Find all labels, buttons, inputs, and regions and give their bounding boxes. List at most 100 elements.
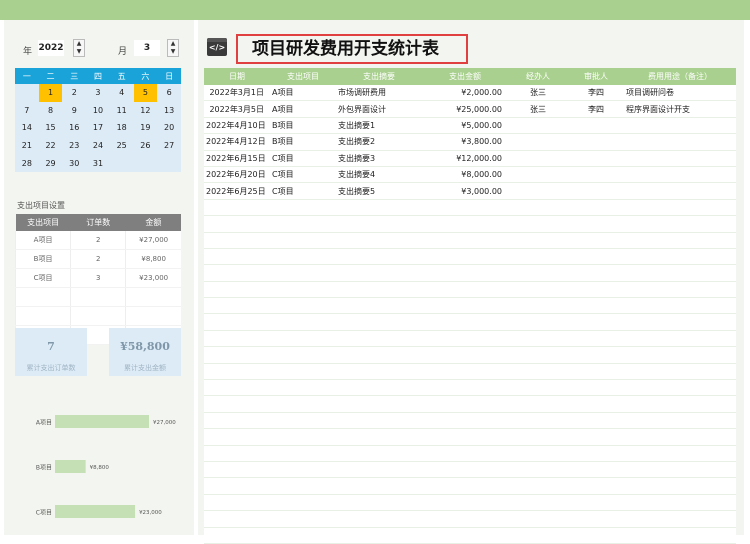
table-cell[interactable] bbox=[204, 527, 270, 544]
calendar-day[interactable]: 1 bbox=[38, 84, 63, 102]
table-cell[interactable] bbox=[624, 248, 736, 266]
table-cell[interactable] bbox=[422, 281, 508, 299]
table-cell[interactable]: 2022年6月25日 bbox=[204, 182, 270, 200]
table-cell[interactable] bbox=[270, 527, 336, 544]
table-cell[interactable] bbox=[508, 477, 568, 495]
calendar-day[interactable]: 29 bbox=[38, 154, 63, 172]
table-cell[interactable] bbox=[508, 379, 568, 397]
table-cell[interactable] bbox=[422, 428, 508, 446]
table-cell[interactable] bbox=[508, 330, 568, 348]
table-cell[interactable] bbox=[508, 510, 568, 528]
settings-cell[interactable]: 3 bbox=[70, 268, 126, 288]
table-cell[interactable] bbox=[336, 527, 422, 544]
table-cell[interactable] bbox=[568, 395, 624, 413]
table-cell[interactable] bbox=[270, 363, 336, 381]
table-cell[interactable] bbox=[624, 527, 736, 544]
month-spinner[interactable]: ▲ ▼ bbox=[167, 39, 179, 57]
table-cell[interactable]: 支出摘要3 bbox=[336, 150, 422, 167]
table-cell[interactable] bbox=[568, 281, 624, 299]
table-cell[interactable] bbox=[508, 248, 568, 266]
table-cell[interactable] bbox=[624, 379, 736, 397]
table-cell[interactable] bbox=[336, 412, 422, 430]
table-cell[interactable] bbox=[270, 330, 336, 348]
table-cell[interactable] bbox=[422, 363, 508, 381]
table-cell[interactable] bbox=[336, 461, 422, 479]
table-cell[interactable] bbox=[568, 313, 624, 331]
table-cell[interactable] bbox=[568, 150, 624, 167]
table-cell[interactable] bbox=[204, 461, 270, 479]
table-cell[interactable] bbox=[336, 494, 422, 512]
table-cell[interactable]: C项目 bbox=[270, 166, 336, 184]
table-cell[interactable] bbox=[624, 510, 736, 528]
settings-cell[interactable]: B项目 bbox=[14, 249, 71, 269]
table-cell[interactable] bbox=[508, 166, 568, 184]
table-cell[interactable] bbox=[270, 477, 336, 495]
table-cell[interactable] bbox=[270, 199, 336, 217]
table-cell[interactable] bbox=[568, 117, 624, 135]
table-cell[interactable] bbox=[204, 330, 270, 348]
table-cell[interactable]: 2022年3月5日 bbox=[204, 100, 270, 118]
table-cell[interactable] bbox=[336, 346, 422, 364]
table-cell[interactable]: C项目 bbox=[270, 150, 336, 167]
table-cell[interactable]: ¥3,000.00 bbox=[422, 182, 508, 200]
calendar-day[interactable]: 25 bbox=[109, 136, 134, 155]
calendar-day[interactable]: 5 bbox=[133, 84, 158, 102]
table-cell[interactable] bbox=[568, 297, 624, 315]
table-cell[interactable] bbox=[204, 313, 270, 331]
table-cell[interactable] bbox=[508, 281, 568, 299]
table-cell[interactable] bbox=[336, 248, 422, 266]
table-cell[interactable] bbox=[624, 281, 736, 299]
table-cell[interactable] bbox=[204, 395, 270, 413]
table-cell[interactable] bbox=[336, 477, 422, 495]
table-cell[interactable] bbox=[624, 412, 736, 430]
table-cell[interactable]: A项目 bbox=[270, 100, 336, 118]
settings-cell[interactable] bbox=[14, 306, 71, 326]
settings-cell[interactable]: A项目 bbox=[14, 231, 71, 250]
table-cell[interactable] bbox=[508, 150, 568, 167]
settings-cell[interactable] bbox=[70, 306, 126, 326]
table-cell[interactable] bbox=[568, 248, 624, 266]
table-cell[interactable] bbox=[270, 412, 336, 430]
settings-cell[interactable] bbox=[125, 287, 181, 307]
table-cell[interactable] bbox=[204, 215, 270, 233]
table-cell[interactable]: ¥25,000.00 bbox=[422, 100, 508, 118]
table-cell[interactable] bbox=[336, 395, 422, 413]
calendar-day[interactable]: 22 bbox=[38, 136, 63, 155]
table-cell[interactable] bbox=[270, 215, 336, 233]
table-cell[interactable] bbox=[568, 199, 624, 217]
table-cell[interactable] bbox=[508, 363, 568, 381]
table-cell[interactable]: 2022年6月15日 bbox=[204, 150, 270, 167]
table-cell[interactable] bbox=[204, 264, 270, 282]
calendar-day[interactable]: 18 bbox=[109, 119, 134, 137]
table-cell[interactable] bbox=[422, 412, 508, 430]
table-cell[interactable] bbox=[624, 117, 736, 135]
table-cell[interactable] bbox=[508, 461, 568, 479]
table-cell[interactable] bbox=[270, 232, 336, 249]
table-cell[interactable] bbox=[508, 232, 568, 249]
table-cell[interactable] bbox=[270, 281, 336, 299]
table-cell[interactable] bbox=[568, 232, 624, 249]
table-cell[interactable] bbox=[204, 363, 270, 381]
table-cell[interactable] bbox=[568, 477, 624, 495]
table-cell[interactable] bbox=[336, 330, 422, 348]
table-cell[interactable] bbox=[336, 215, 422, 233]
table-cell[interactable] bbox=[270, 445, 336, 462]
table-cell[interactable] bbox=[568, 133, 624, 151]
table-cell[interactable]: 支出摘要1 bbox=[336, 117, 422, 135]
calendar-day[interactable]: 12 bbox=[133, 101, 158, 120]
settings-cell[interactable]: 2 bbox=[70, 249, 126, 269]
table-cell[interactable] bbox=[568, 182, 624, 200]
table-cell[interactable] bbox=[422, 510, 508, 528]
spin-up-icon[interactable]: ▲ bbox=[168, 40, 178, 48]
table-cell[interactable]: 张三 bbox=[508, 85, 568, 102]
table-cell[interactable] bbox=[422, 264, 508, 282]
calendar-day[interactable]: 26 bbox=[133, 136, 158, 155]
table-cell[interactable]: 支出摘要2 bbox=[336, 133, 422, 151]
table-cell[interactable] bbox=[336, 379, 422, 397]
table-cell[interactable] bbox=[568, 510, 624, 528]
table-cell[interactable] bbox=[624, 477, 736, 495]
table-cell[interactable] bbox=[508, 445, 568, 462]
table-cell[interactable] bbox=[568, 428, 624, 446]
table-cell[interactable] bbox=[568, 379, 624, 397]
table-cell[interactable] bbox=[204, 281, 270, 299]
